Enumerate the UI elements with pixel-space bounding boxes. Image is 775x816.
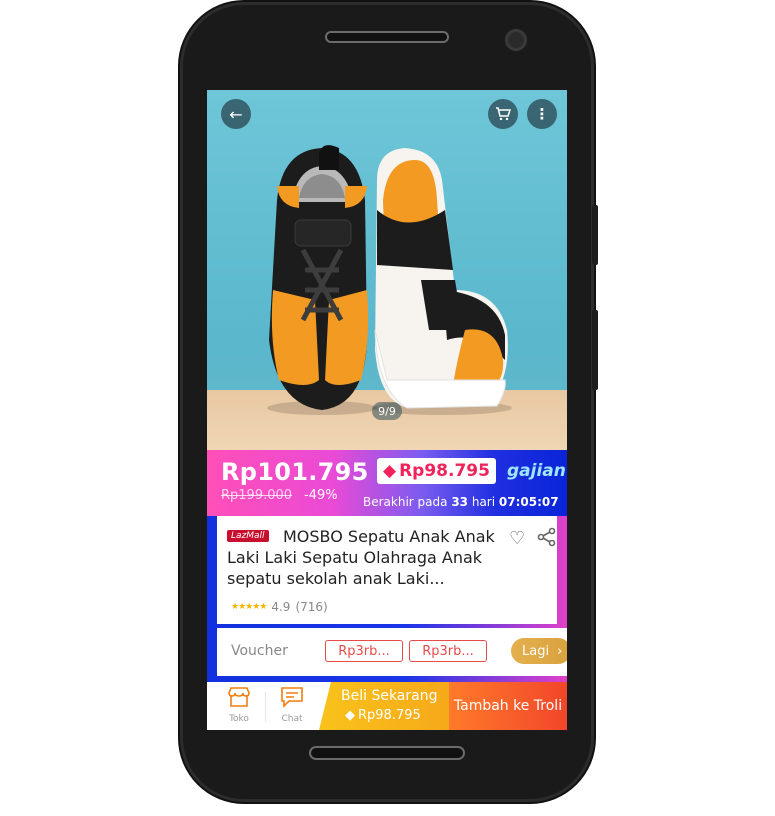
voucher-ticket-icon: ◆ xyxy=(345,708,355,723)
back-button[interactable]: ← xyxy=(221,99,251,129)
current-price: Rp101.795 xyxy=(221,458,369,486)
buy-now-button[interactable]: Beli Sekarang ◆ Rp98.795 xyxy=(319,682,449,730)
product-rating[interactable]: ★★★★★ 4.9 (716) xyxy=(231,600,328,614)
star-rating-icon: ★★★★★ xyxy=(231,602,267,612)
ends-time: 07:05:07 xyxy=(498,495,559,509)
review-count: (716) xyxy=(295,600,328,614)
product-info-section: MOSBO Sepatu Anak Anak Laki Laki Sepatu … xyxy=(207,516,567,682)
arrow-left-icon: ← xyxy=(229,104,243,124)
store-button[interactable]: Toko xyxy=(219,686,259,724)
app-screen: ← ⋮ 9/9 Rp101.795 Rp199.000 -49% ◆ Rp98.… xyxy=(207,90,567,730)
price-banner: Rp101.795 Rp199.000 -49% ◆ Rp98.795 gaji… xyxy=(207,450,567,516)
chat-label: Chat xyxy=(281,714,303,724)
discount-percent: -49% xyxy=(304,488,338,503)
product-image[interactable]: ← ⋮ 9/9 xyxy=(207,90,567,450)
ends-prefix: Berakhir pada xyxy=(363,495,448,509)
more-vertical-icon: ⋮ xyxy=(534,105,550,123)
ends-days-unit: hari xyxy=(471,495,496,509)
wishlist-heart-icon[interactable]: ♡ xyxy=(509,528,525,549)
voucher-price-value: Rp98.795 xyxy=(399,461,490,481)
voucher-price-tag: ◆ Rp98.795 xyxy=(377,458,496,484)
product-info-card: MOSBO Sepatu Anak Anak Laki Laki Sepatu … xyxy=(217,516,557,624)
share-icon[interactable] xyxy=(537,527,557,551)
store-icon xyxy=(228,687,250,707)
voucher-chip[interactable]: Rp3rb... xyxy=(409,640,487,662)
more-vouchers-label: Lagi xyxy=(522,643,550,659)
rating-value: 4.9 xyxy=(271,600,291,614)
more-vouchers-button[interactable]: Lagi › xyxy=(511,638,567,664)
buy-now-price-line: ◆ Rp98.795 xyxy=(345,708,421,723)
front-camera xyxy=(505,29,527,51)
bar-divider xyxy=(265,692,266,722)
voucher-label: Voucher xyxy=(231,643,288,659)
buy-now-label: Beli Sekarang xyxy=(341,688,438,704)
more-button[interactable]: ⋮ xyxy=(527,99,557,129)
campaign-ends: Berakhir pada 33 hari 07:05:07 xyxy=(363,495,559,509)
earpiece-speaker xyxy=(325,31,449,43)
volume-button xyxy=(592,205,598,265)
voucher-chip[interactable]: Rp3rb... xyxy=(325,640,403,662)
add-to-cart-button[interactable]: Tambah ke Troli xyxy=(449,682,567,730)
original-price: Rp199.000 xyxy=(221,488,293,503)
bottom-action-bar: Toko Chat Beli Sekarang ◆ Rp98.795 Tamba… xyxy=(207,682,567,730)
voucher-row: Voucher Rp3rb... Rp3rb... Lagi › xyxy=(217,628,567,676)
chevron-right-icon: › xyxy=(557,643,563,659)
cart-icon xyxy=(496,107,511,121)
cart-button[interactable] xyxy=(488,99,518,129)
bottom-speaker xyxy=(309,746,465,760)
lazmall-badge: LazMall xyxy=(227,530,269,542)
chat-button[interactable]: Chat xyxy=(272,686,312,724)
voucher-ticket-icon: ◆ xyxy=(383,461,397,481)
sneakers-illustration xyxy=(267,145,512,415)
image-counter: 9/9 xyxy=(372,402,402,420)
chat-icon xyxy=(281,687,303,708)
campaign-brand: gajian xyxy=(507,461,566,481)
ends-days: 33 xyxy=(451,495,469,509)
store-label: Toko xyxy=(229,714,249,724)
power-button xyxy=(592,310,598,390)
buy-now-price: Rp98.795 xyxy=(358,708,421,723)
